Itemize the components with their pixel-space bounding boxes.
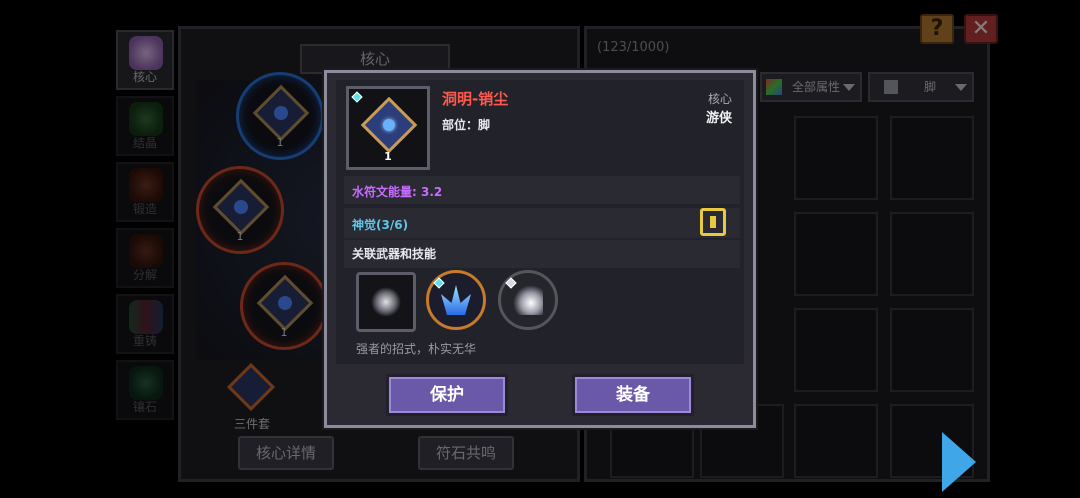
claw-slash-skill-icon [513,285,543,315]
item-name: 洞明-销尘 [442,90,509,108]
item-icon-frame: 1 [346,86,430,170]
ice-spike-skill-icon [441,285,471,315]
equip-button[interactable]: 装备 [572,374,694,416]
next-page-arrow-icon[interactable] [942,432,976,492]
weapon-icon [371,287,401,317]
protect-button[interactable]: 保护 [386,374,508,416]
item-level: 1 [384,150,392,163]
linked-skills-title: 关联武器和技能 [352,247,437,261]
linked-skill-slot[interactable] [498,270,558,330]
rarity-diamond-icon [433,277,445,289]
rune-gem-icon [360,96,418,154]
linked-weapon-slot[interactable] [356,272,416,332]
awaken-info-icon[interactable] [700,208,726,236]
item-part: 部位：脚 [442,118,491,132]
item-description: 强者的招式，朴实无华 [356,342,477,356]
item-class: 游侠 [705,111,732,126]
linked-skill-slot[interactable] [426,270,486,330]
rune-energy: 水符文能量: 3.2 [352,185,443,199]
rarity-diamond-icon [351,91,363,103]
item-type: 核心 [707,92,732,106]
awaken-status: 神觉(3/6) [352,218,409,232]
